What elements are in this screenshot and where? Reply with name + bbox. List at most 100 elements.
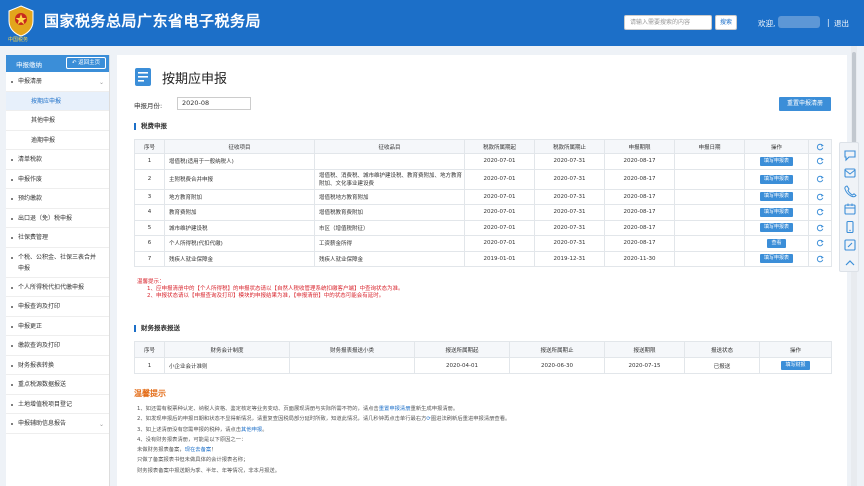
- logout-link[interactable]: 退出: [834, 18, 849, 29]
- sidebar-item-three-in-one[interactable]: 个税、公积金、社保三表合并申报: [6, 248, 109, 278]
- fill-financial-report-button[interactable]: 填写财报: [781, 361, 810, 370]
- header-separator: |: [827, 18, 830, 27]
- tax-declaration-table: 序号 征收项目 征收品目 税款所属期起 税款所属期止 申报期限 申报日期 操作 …: [134, 139, 832, 267]
- phone-icon[interactable]: [843, 184, 857, 198]
- column-header: 操作: [744, 139, 809, 154]
- tip-line: 未做财务报表备案，现在去备案！: [137, 445, 827, 455]
- cell-status: 已报送: [684, 357, 760, 374]
- calendar-icon[interactable]: [843, 202, 857, 216]
- refresh-icon[interactable]: [816, 239, 824, 247]
- sidebar-item-label: 社保费管理: [18, 234, 49, 241]
- tip-text: 2、如发现申报后的申报日期和状态不显得新情况，请重复查因税局部分延时所致，知道此…: [137, 416, 427, 423]
- back-arrow-icon: ↶: [71, 60, 77, 66]
- fill-form-button[interactable]: 填写申报表: [759, 156, 793, 166]
- bullet-icon: [11, 256, 13, 259]
- refresh-icon[interactable]: [816, 193, 824, 201]
- sidebar-item-label: 个人所得税代扣代缴申报: [18, 283, 85, 291]
- back-to-top-icon[interactable]: [843, 256, 857, 270]
- tip-line: 4、没有财务报表清册，可能是以下原因之一：: [137, 435, 827, 445]
- fill-form-button[interactable]: 填写申报表: [759, 192, 793, 202]
- refresh-icon[interactable]: [816, 143, 824, 151]
- column-header: 报送所属期起: [414, 341, 510, 358]
- sidebar-item-declaration-list[interactable]: 申报清册 ⌄: [6, 72, 109, 92]
- cell-tax-subitem: 市区（增值税附征）: [314, 219, 465, 236]
- tip-text-after: ！: [211, 447, 217, 454]
- sidebar-item-correction[interactable]: 申报更正: [6, 317, 109, 336]
- sidebar-item-clear-tax[interactable]: 清单税款: [6, 150, 109, 170]
- tip-line: 只做了备案报表书但未做具体的会计报表名称；: [137, 455, 827, 465]
- sidebar-subitem-overdue[interactable]: 逾期申报: [6, 131, 109, 150]
- sidebar-item-iit-withholding[interactable]: 个人所得税代扣代缴申报: [6, 278, 109, 297]
- tips-title: 温馨提示: [134, 389, 166, 398]
- refresh-icon[interactable]: [816, 208, 824, 216]
- cell-period-end: 2020-07-31: [534, 204, 605, 221]
- sidebar-item-social-security[interactable]: 社保费管理: [6, 228, 109, 248]
- bullet-icon: [11, 364, 13, 367]
- search-input[interactable]: [624, 15, 712, 30]
- sidebar-item-appointment[interactable]: 预约缴款: [6, 189, 109, 209]
- bullet-icon: [11, 81, 13, 83]
- refresh-icon[interactable]: [816, 255, 824, 263]
- financial-report-table: 序号 财务会计制度 财务报表报送小类 报送所属期起 报送所属期止 报送期限 报送…: [134, 341, 832, 374]
- cell-period-end: 2020-07-31: [534, 153, 605, 170]
- search-button[interactable]: 搜索: [715, 15, 737, 30]
- table-row: 1 小企业会计准则 2020-04-01 2020-06-30 2020-07-…: [134, 357, 832, 374]
- sidebar-subitem-other[interactable]: 其他申报: [6, 111, 109, 131]
- tip-text-after: 重新生成申报清册。: [410, 406, 459, 412]
- tip-link[interactable]: 现在去备案: [185, 447, 212, 453]
- sidebar-item-export-refund[interactable]: 出口退（免）税申报: [6, 209, 109, 228]
- cell-action: 填写申报表: [744, 188, 809, 205]
- cell-refresh: [808, 168, 832, 190]
- sidebar-item-payment-query[interactable]: 缴款查询及打印: [6, 336, 109, 356]
- chat-icon[interactable]: [843, 148, 857, 162]
- tax-section-title: 税费申报: [134, 123, 167, 130]
- cell-no: 2: [134, 168, 165, 190]
- sidebar: 申报缴纳 ↶ 返回主页 申报清册 ⌄ 按期应申报 其他申报 逾期申报 清单税款 …: [6, 55, 110, 486]
- column-header: 序号: [134, 139, 165, 154]
- sidebar-item-void[interactable]: 申报作废: [6, 170, 109, 189]
- sidebar-item-label: 申报更正: [18, 322, 43, 330]
- reset-declaration-list-button[interactable]: 重置申报清册: [779, 97, 831, 111]
- sidebar-item-auxiliary-info[interactable]: 申报辅助信息报告 ⌄: [6, 414, 109, 434]
- cell-period-start: 2020-07-01: [464, 168, 535, 190]
- tip-link[interactable]: 其他申报: [241, 427, 262, 433]
- period-input[interactable]: 2020-08: [177, 97, 251, 110]
- cell-action: 填写申报表: [744, 219, 809, 236]
- column-header: 财务会计制度: [164, 341, 290, 358]
- mobile-icon[interactable]: [843, 220, 857, 234]
- table-row: 2 主附税费合并申报 增值税、消费税、城市维护建设税、教育费附加、地方教育附加、文化…: [134, 168, 832, 190]
- cell-no: 1: [134, 153, 165, 170]
- fill-form-button[interactable]: 填写申报表: [759, 254, 793, 264]
- view-button[interactable]: 查看: [767, 238, 786, 248]
- fill-form-button[interactable]: 填写申报表: [759, 223, 793, 233]
- sidebar-item-label: 申报辅助信息报告: [18, 420, 67, 427]
- sidebar-item-land-vat[interactable]: 土地增值税项目登记: [6, 395, 109, 414]
- sidebar-subitem-periodic[interactable]: 按期应申报: [6, 91, 109, 111]
- bullet-icon: [11, 325, 13, 328]
- edit-icon[interactable]: [843, 238, 857, 252]
- sidebar-item-declaration-query[interactable]: 申报查询及打印: [6, 297, 109, 317]
- tip-link[interactable]: 重置申报清册: [379, 406, 411, 412]
- sidebar-item-label: 财务报表转换: [18, 361, 55, 369]
- refresh-icon[interactable]: [816, 224, 824, 232]
- cell-refresh: [808, 219, 832, 236]
- cell-deadline: 2020-08-17: [604, 168, 675, 190]
- column-header: 税款所属期止: [534, 139, 605, 154]
- sidebar-item-report-conversion[interactable]: 财务报表转换: [6, 356, 109, 375]
- column-header: 征收项目: [164, 139, 315, 154]
- tip-line: 2、如发现申报后的申报日期和状态不显得新情况，请重复查因税局部分延时所致，知道此…: [137, 414, 827, 424]
- column-header: 征收品目: [314, 139, 465, 154]
- refresh-all-cell[interactable]: [808, 139, 832, 154]
- sidebar-item-key-tax-source[interactable]: 重点税源数据报送: [6, 375, 109, 395]
- username-redacted: [778, 16, 820, 28]
- fill-form-button[interactable]: 填写申报表: [759, 207, 793, 217]
- column-header: 序号: [134, 341, 165, 358]
- refresh-icon[interactable]: [816, 175, 824, 183]
- bullet-icon: [11, 286, 13, 289]
- refresh-icon[interactable]: [816, 157, 824, 165]
- fill-form-button[interactable]: 填写申报表: [759, 174, 793, 184]
- back-home-button[interactable]: ↶ 返回主页: [66, 57, 106, 69]
- cell-declare-date: [674, 235, 745, 252]
- message-icon[interactable]: [843, 166, 857, 180]
- logo-caption: 中国税务: [8, 37, 29, 43]
